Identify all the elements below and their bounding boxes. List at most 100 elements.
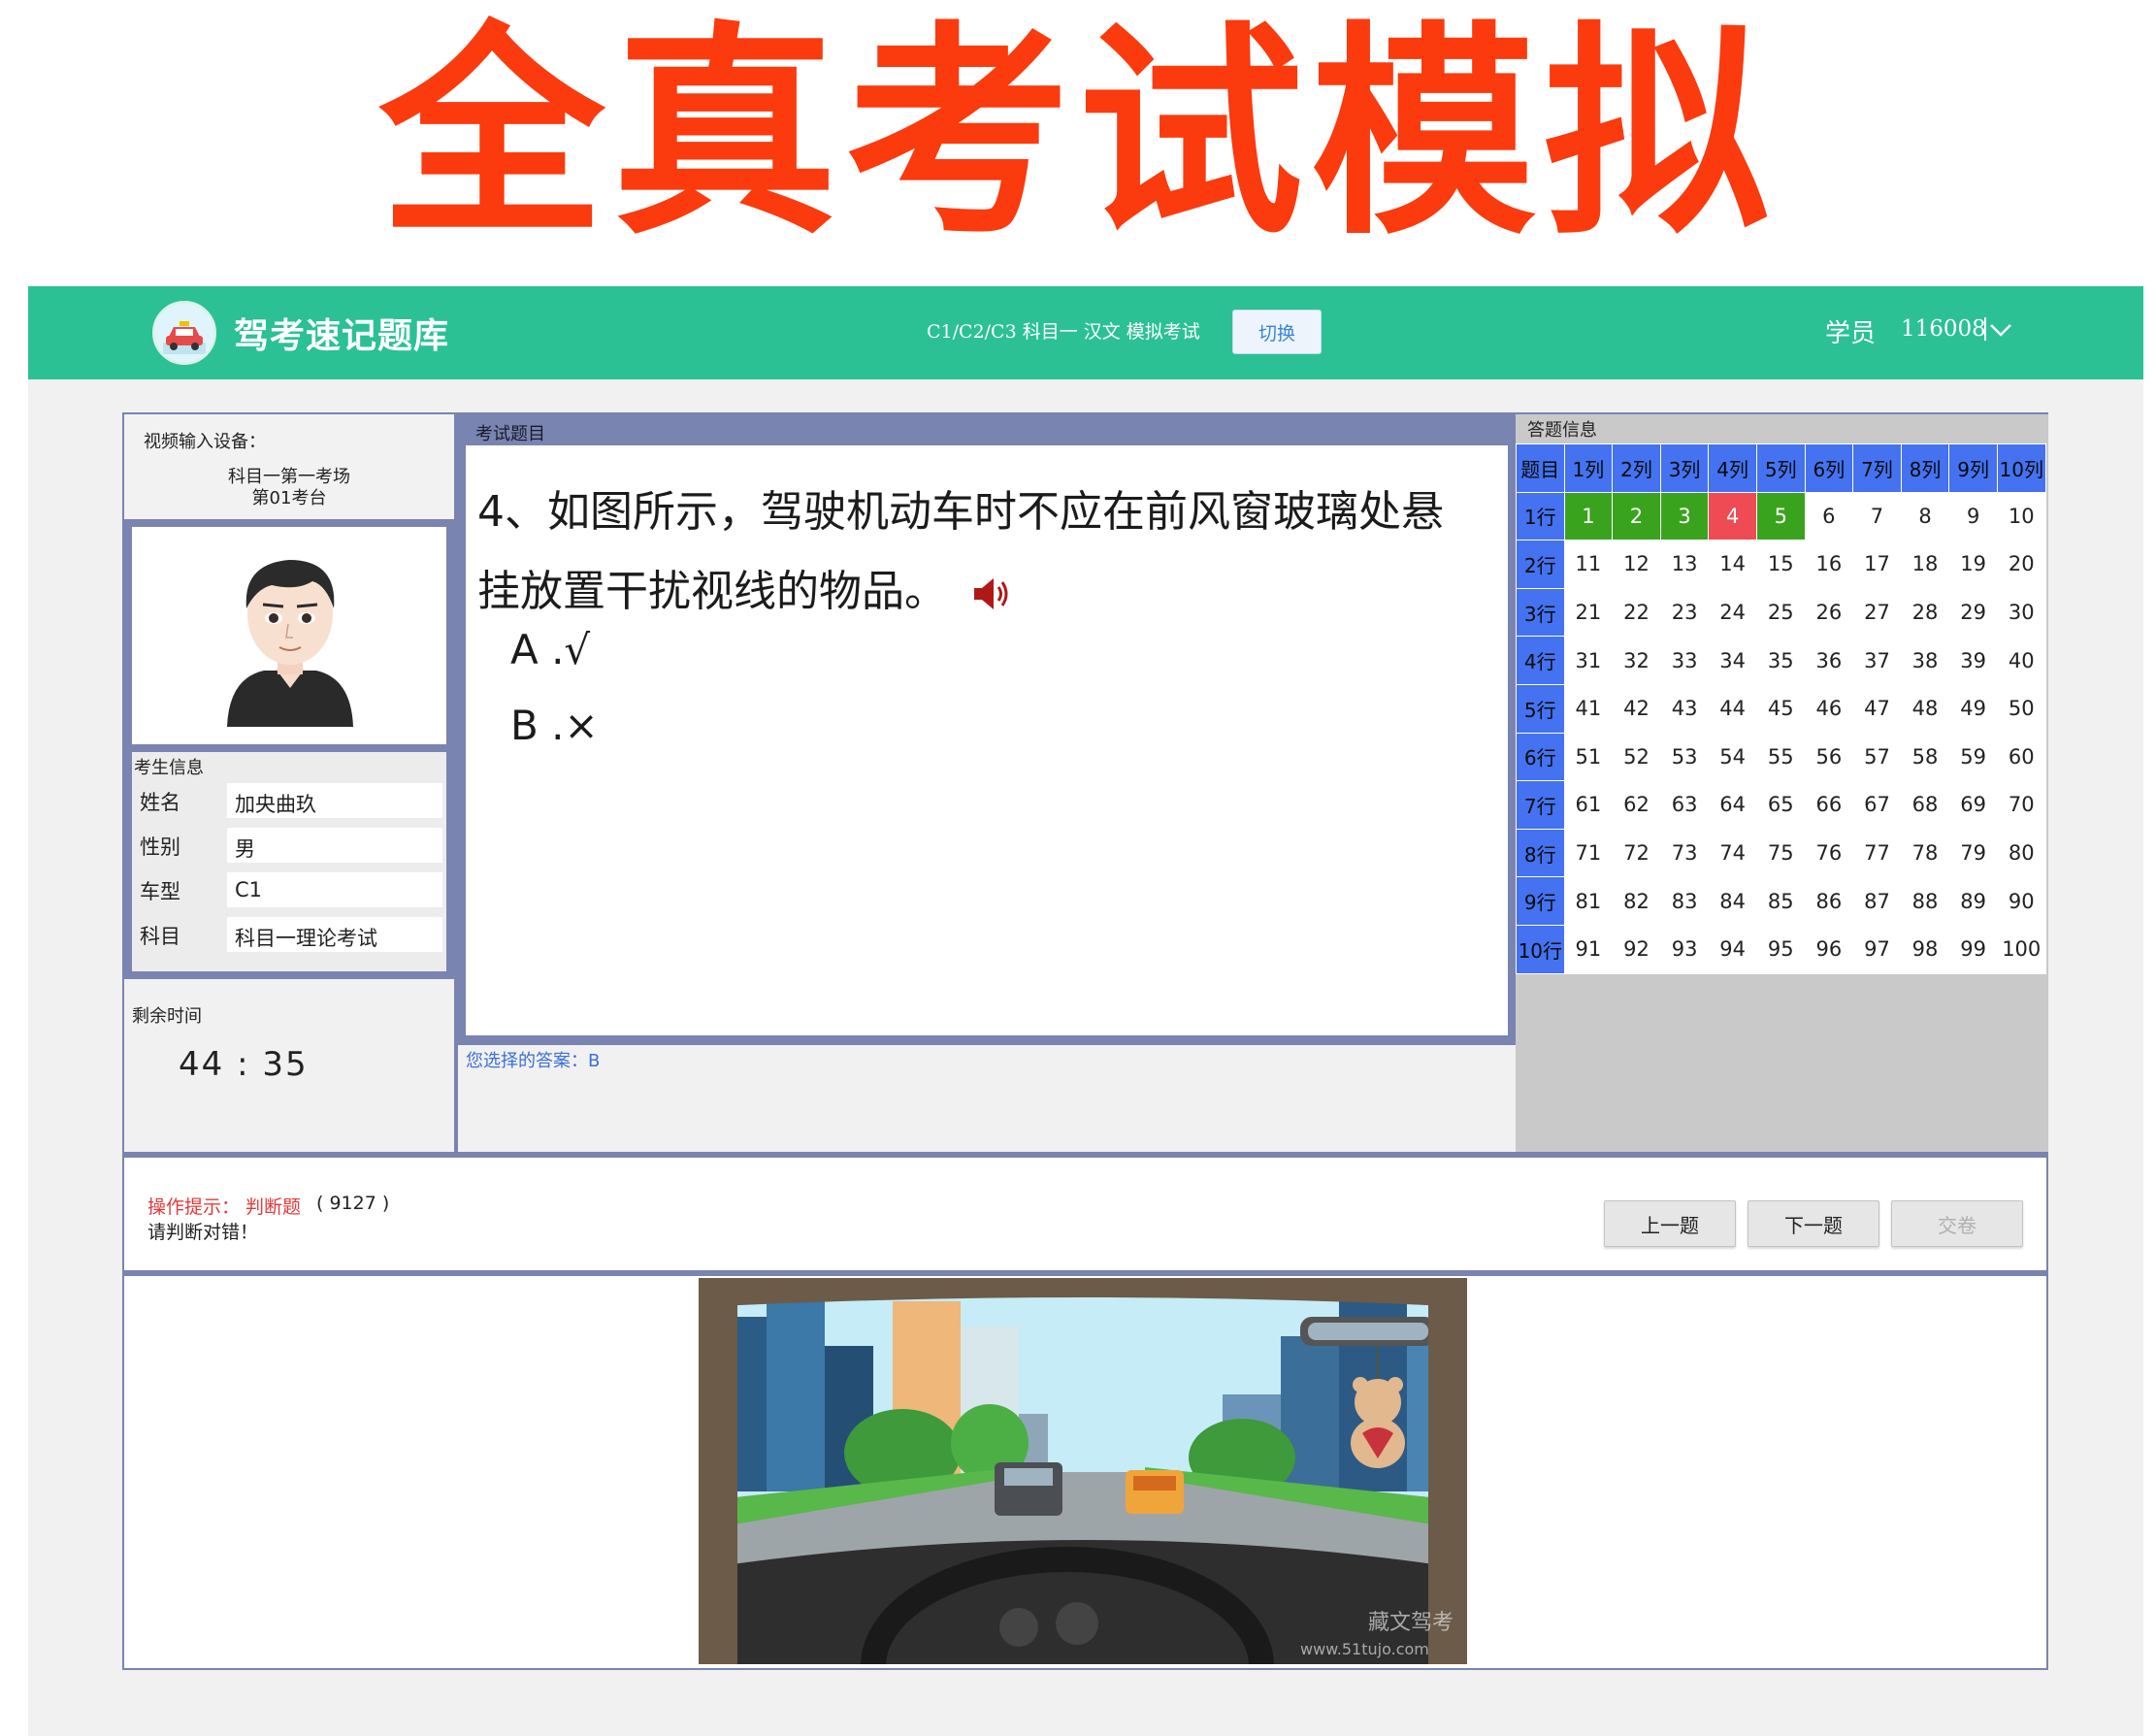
grid-question-cell[interactable]: 2 bbox=[1612, 491, 1661, 541]
grid-question-cell[interactable]: 76 bbox=[1804, 828, 1854, 878]
grid-question-cell[interactable]: 24 bbox=[1708, 587, 1757, 638]
grid-question-cell[interactable]: 31 bbox=[1563, 636, 1614, 685]
grid-question-cell[interactable]: 10 bbox=[1996, 491, 2046, 541]
grid-question-cell[interactable]: 36 bbox=[1804, 636, 1854, 685]
grid-question-cell[interactable]: 8 bbox=[1900, 491, 1950, 541]
grid-question-cell[interactable]: 73 bbox=[1659, 828, 1710, 878]
grid-question-cell[interactable]: 59 bbox=[1948, 732, 1998, 782]
grid-question-cell[interactable]: 75 bbox=[1755, 828, 1806, 878]
grid-question-cell[interactable]: 87 bbox=[1852, 876, 1902, 926]
grid-question-cell[interactable]: 33 bbox=[1659, 636, 1710, 685]
grid-question-cell[interactable]: 12 bbox=[1612, 540, 1661, 589]
grid-question-cell[interactable]: 19 bbox=[1948, 540, 1998, 589]
grid-question-cell[interactable]: 63 bbox=[1659, 780, 1710, 830]
grid-question-cell[interactable]: 74 bbox=[1708, 828, 1757, 878]
grid-question-cell[interactable]: 49 bbox=[1948, 683, 1998, 734]
prev-button[interactable]: 上一题 bbox=[1604, 1200, 1736, 1247]
grid-question-cell[interactable]: 81 bbox=[1563, 876, 1614, 926]
grid-question-cell[interactable]: 5 bbox=[1755, 491, 1806, 541]
grid-question-cell[interactable]: 18 bbox=[1900, 540, 1950, 589]
grid-question-cell[interactable]: 57 bbox=[1852, 732, 1902, 782]
grid-question-cell[interactable]: 3 bbox=[1659, 491, 1710, 541]
grid-question-cell[interactable]: 7 bbox=[1852, 491, 1902, 541]
grid-question-cell[interactable]: 85 bbox=[1755, 876, 1806, 926]
grid-question-cell[interactable]: 14 bbox=[1708, 540, 1757, 589]
grid-question-cell[interactable]: 82 bbox=[1612, 876, 1661, 926]
grid-question-cell[interactable]: 1 bbox=[1563, 491, 1614, 541]
grid-question-cell[interactable]: 77 bbox=[1852, 828, 1902, 878]
grid-question-cell[interactable]: 90 bbox=[1996, 876, 2046, 926]
grid-question-cell[interactable]: 67 bbox=[1852, 780, 1902, 830]
grid-question-cell[interactable]: 95 bbox=[1755, 924, 1806, 974]
grid-question-cell[interactable]: 83 bbox=[1659, 876, 1710, 926]
grid-question-cell[interactable]: 62 bbox=[1612, 780, 1661, 830]
grid-question-cell[interactable]: 96 bbox=[1804, 924, 1854, 974]
grid-question-cell[interactable]: 37 bbox=[1852, 636, 1902, 685]
grid-question-cell[interactable]: 9 bbox=[1948, 491, 1998, 541]
grid-question-cell[interactable]: 40 bbox=[1996, 636, 2046, 685]
grid-question-cell[interactable]: 69 bbox=[1948, 780, 1998, 830]
grid-question-cell[interactable]: 55 bbox=[1755, 732, 1806, 782]
grid-question-cell[interactable]: 61 bbox=[1563, 780, 1614, 830]
grid-question-cell[interactable]: 46 bbox=[1804, 683, 1854, 734]
grid-question-cell[interactable]: 94 bbox=[1708, 924, 1757, 974]
grid-question-cell[interactable]: 92 bbox=[1612, 924, 1661, 974]
grid-question-cell[interactable]: 26 bbox=[1804, 587, 1854, 638]
grid-question-cell[interactable]: 11 bbox=[1563, 540, 1614, 589]
grid-question-cell[interactable]: 47 bbox=[1852, 683, 1902, 734]
grid-question-cell[interactable]: 22 bbox=[1612, 587, 1661, 638]
grid-question-cell[interactable]: 71 bbox=[1563, 828, 1614, 878]
grid-question-cell[interactable]: 60 bbox=[1996, 732, 2046, 782]
grid-question-cell[interactable]: 32 bbox=[1612, 636, 1661, 685]
grid-question-cell[interactable]: 45 bbox=[1755, 683, 1806, 734]
grid-question-cell[interactable]: 50 bbox=[1996, 683, 2046, 734]
grid-question-cell[interactable]: 20 bbox=[1996, 540, 2046, 589]
grid-question-cell[interactable]: 93 bbox=[1659, 924, 1710, 974]
option-a[interactable]: A .√ bbox=[510, 626, 590, 673]
grid-question-cell[interactable]: 58 bbox=[1900, 732, 1950, 782]
grid-question-cell[interactable]: 23 bbox=[1659, 587, 1710, 638]
grid-question-cell[interactable]: 15 bbox=[1755, 540, 1806, 589]
grid-question-cell[interactable]: 6 bbox=[1804, 491, 1854, 541]
grid-question-cell[interactable]: 25 bbox=[1755, 587, 1806, 638]
grid-question-cell[interactable]: 78 bbox=[1900, 828, 1950, 878]
grid-question-cell[interactable]: 80 bbox=[1996, 828, 2046, 878]
grid-question-cell[interactable]: 99 bbox=[1948, 924, 1998, 974]
option-b[interactable]: B .× bbox=[510, 702, 599, 749]
grid-question-cell[interactable]: 54 bbox=[1708, 732, 1757, 782]
grid-question-cell[interactable]: 51 bbox=[1563, 732, 1614, 782]
grid-question-cell[interactable]: 79 bbox=[1948, 828, 1998, 878]
grid-question-cell[interactable]: 16 bbox=[1804, 540, 1854, 589]
grid-question-cell[interactable]: 97 bbox=[1852, 924, 1902, 974]
grid-question-cell[interactable]: 28 bbox=[1900, 587, 1950, 638]
grid-question-cell[interactable]: 88 bbox=[1900, 876, 1950, 926]
grid-question-cell[interactable]: 70 bbox=[1996, 780, 2046, 830]
grid-question-cell[interactable]: 48 bbox=[1900, 683, 1950, 734]
grid-question-cell[interactable]: 65 bbox=[1755, 780, 1806, 830]
grid-question-cell[interactable]: 39 bbox=[1948, 636, 1998, 685]
grid-question-cell[interactable]: 27 bbox=[1852, 587, 1902, 638]
grid-question-cell[interactable]: 44 bbox=[1708, 683, 1757, 734]
grid-question-cell[interactable]: 86 bbox=[1804, 876, 1854, 926]
switch-button[interactable]: 切换 bbox=[1232, 310, 1322, 354]
chevron-down-icon[interactable] bbox=[1981, 311, 2016, 346]
grid-question-cell[interactable]: 52 bbox=[1612, 732, 1661, 782]
grid-question-cell[interactable]: 38 bbox=[1900, 636, 1950, 685]
grid-question-cell[interactable]: 42 bbox=[1612, 683, 1661, 734]
grid-question-cell[interactable]: 100 bbox=[1996, 924, 2046, 974]
grid-question-cell[interactable]: 91 bbox=[1563, 924, 1614, 974]
grid-question-cell[interactable]: 13 bbox=[1659, 540, 1710, 589]
grid-question-cell[interactable]: 53 bbox=[1659, 732, 1710, 782]
grid-question-cell[interactable]: 72 bbox=[1612, 828, 1661, 878]
grid-question-cell[interactable]: 21 bbox=[1563, 587, 1614, 638]
grid-question-cell[interactable]: 17 bbox=[1852, 540, 1902, 589]
grid-question-cell[interactable]: 64 bbox=[1708, 780, 1757, 830]
submit-button[interactable]: 交卷 bbox=[1891, 1200, 2023, 1247]
grid-question-cell[interactable]: 4 bbox=[1708, 491, 1757, 541]
grid-question-cell[interactable]: 41 bbox=[1563, 683, 1614, 734]
grid-question-cell[interactable]: 30 bbox=[1996, 587, 2046, 638]
grid-question-cell[interactable]: 43 bbox=[1659, 683, 1710, 734]
grid-question-cell[interactable]: 35 bbox=[1755, 636, 1806, 685]
next-button[interactable]: 下一题 bbox=[1748, 1200, 1879, 1247]
grid-question-cell[interactable]: 68 bbox=[1900, 780, 1950, 830]
